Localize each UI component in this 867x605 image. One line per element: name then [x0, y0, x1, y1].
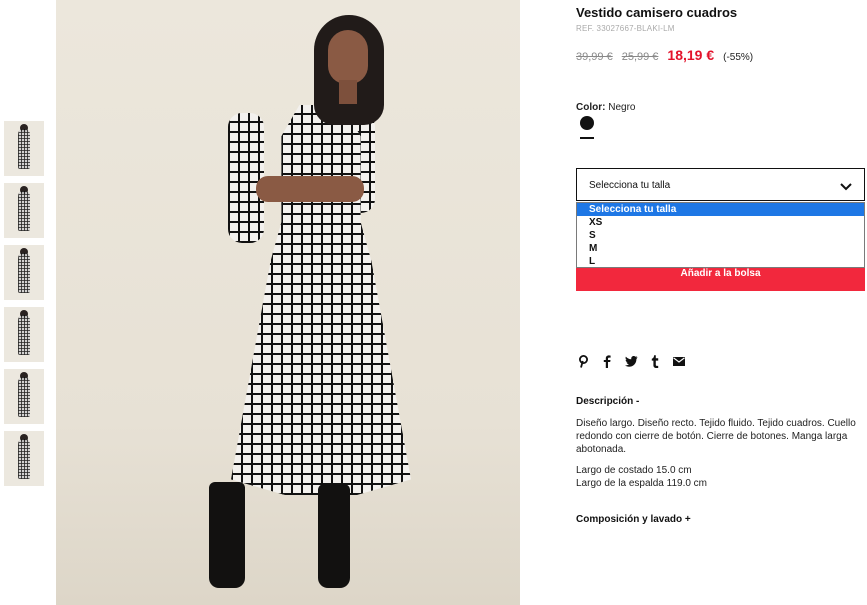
size-option-xs[interactable]: XS	[577, 216, 864, 229]
chevron-down-icon	[840, 179, 852, 197]
color-label: Color: Negro	[576, 102, 635, 113]
thumbnail-figure	[18, 129, 30, 169]
thumbnail-figure	[18, 253, 30, 293]
measure-side-length: Largo de costado 15.0 cm	[576, 465, 692, 476]
price-sale: 18,19 €	[667, 47, 715, 63]
thumbnail-4[interactable]	[4, 307, 44, 362]
size-select[interactable]: Selecciona tu talla	[576, 168, 865, 201]
thumbnail-figure	[18, 439, 30, 479]
tumblr-icon[interactable]	[648, 354, 662, 368]
price-previous: 25,99 €	[621, 51, 659, 63]
color-label-key: Color:	[576, 102, 606, 113]
description-heading[interactable]: Descripción -	[576, 396, 639, 407]
size-option-s[interactable]: S	[577, 229, 864, 242]
model-left-arm	[228, 113, 264, 243]
price-row: 39,99 € 25,99 € 18,19 € (-55%)	[576, 47, 753, 63]
pinterest-icon[interactable]	[576, 354, 590, 368]
thumbnail-figure	[18, 377, 30, 417]
thumbnail-figure	[18, 315, 30, 355]
composition-heading[interactable]: Composición y lavado +	[576, 514, 691, 525]
description-text: Diseño largo. Diseño recto. Tejido fluid…	[576, 418, 856, 455]
model-face	[328, 30, 368, 84]
thumbnail-3[interactable]	[4, 245, 44, 300]
measure-back-length: Largo de la espalda 119.0 cm	[576, 478, 708, 489]
size-dropdown-list: Selecciona tu talla XS S M L	[576, 202, 865, 268]
email-icon[interactable]	[672, 354, 686, 368]
size-option-m[interactable]: M	[577, 242, 864, 255]
price-original: 39,99 €	[576, 51, 613, 63]
twitter-icon[interactable]	[624, 354, 638, 368]
description-measures: Largo de costado 15.0 cm Largo de la esp…	[576, 464, 707, 490]
product-title: Vestido camisero cuadros	[576, 5, 738, 20]
color-swatch-selected-indicator	[580, 137, 594, 139]
model-right-boot	[318, 484, 350, 588]
color-swatch-black[interactable]	[580, 116, 594, 130]
model-neck	[339, 80, 357, 104]
size-option-l[interactable]: L	[577, 255, 864, 268]
discount-badge: (-55%)	[723, 52, 754, 63]
thumbnail-1[interactable]	[4, 121, 44, 176]
size-option-placeholder[interactable]: Selecciona tu talla	[577, 203, 864, 216]
model-left-boot	[209, 482, 245, 588]
thumbnail-5[interactable]	[4, 369, 44, 424]
thumbnail-figure	[18, 191, 30, 231]
product-ref: REF. 33027667-BLAKI-LM	[576, 24, 675, 33]
thumbnail-6[interactable]	[4, 431, 44, 486]
facebook-icon[interactable]	[600, 354, 614, 368]
color-value: Negro	[608, 102, 636, 113]
thumbnail-2[interactable]	[4, 183, 44, 238]
thumbnail-list	[4, 121, 44, 493]
product-main-image[interactable]	[56, 0, 520, 605]
share-icons	[576, 354, 686, 368]
size-select-value: Selecciona tu talla	[589, 180, 671, 191]
model-crossed-arms	[256, 176, 364, 202]
